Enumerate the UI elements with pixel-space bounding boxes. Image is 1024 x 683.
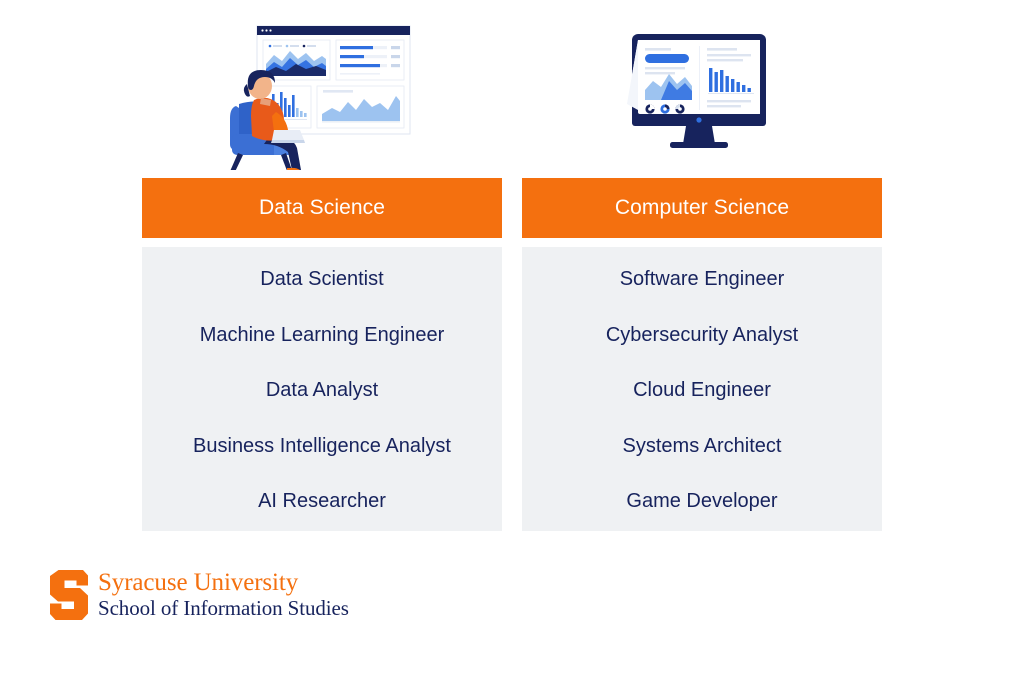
desktop-monitor-dashboard-illustration xyxy=(614,24,794,152)
column-header-label: Data Science xyxy=(258,196,386,219)
donut-charts xyxy=(645,104,685,114)
list-item: Cloud Engineer xyxy=(633,379,771,401)
list-item: Software Engineer xyxy=(619,268,785,290)
logo-wordmark: Syracuse University School of Informatio… xyxy=(98,569,349,620)
career-column-data-science: Data Science Data Scientist Machine Lear… xyxy=(142,178,502,531)
logo-university-line: Syracuse University xyxy=(98,569,299,596)
list-item: Cybersecurity Analyst xyxy=(605,323,799,346)
column-header-computer-science: Computer Science xyxy=(522,178,882,238)
list-item: Business Intelligence Analyst xyxy=(193,434,451,457)
syracuse-block-s-icon xyxy=(50,570,88,620)
list-item: AI Researcher xyxy=(258,490,386,512)
person-at-dashboard-svg xyxy=(228,25,411,176)
slide-canvas: Data Science Data Scientist Machine Lear… xyxy=(0,0,1024,683)
list-item: Systems Architect xyxy=(622,434,782,457)
career-column-computer-science: Computer Science Software Engineer Cyber… xyxy=(522,178,882,531)
list-item: Game Developer xyxy=(626,490,778,512)
career-list-data-science: Data Scientist Machine Learning Engineer… xyxy=(142,247,502,531)
column-header-label: Computer Science xyxy=(614,196,790,219)
logo-school-line: School of Information Studies xyxy=(98,595,349,620)
syracuse-ischool-logo: Syracuse University School of Informatio… xyxy=(50,569,349,620)
column-header-data-science: Data Science xyxy=(142,178,502,238)
list-item: Data Analyst xyxy=(265,379,379,401)
list-item: Machine Learning Engineer xyxy=(199,323,445,346)
career-list-computer-science: Software Engineer Cybersecurity Analyst … xyxy=(522,247,882,531)
person-at-dashboard-illustration xyxy=(214,24,414,176)
desktop-monitor-svg xyxy=(627,34,766,148)
list-item: Data Scientist xyxy=(260,268,384,290)
